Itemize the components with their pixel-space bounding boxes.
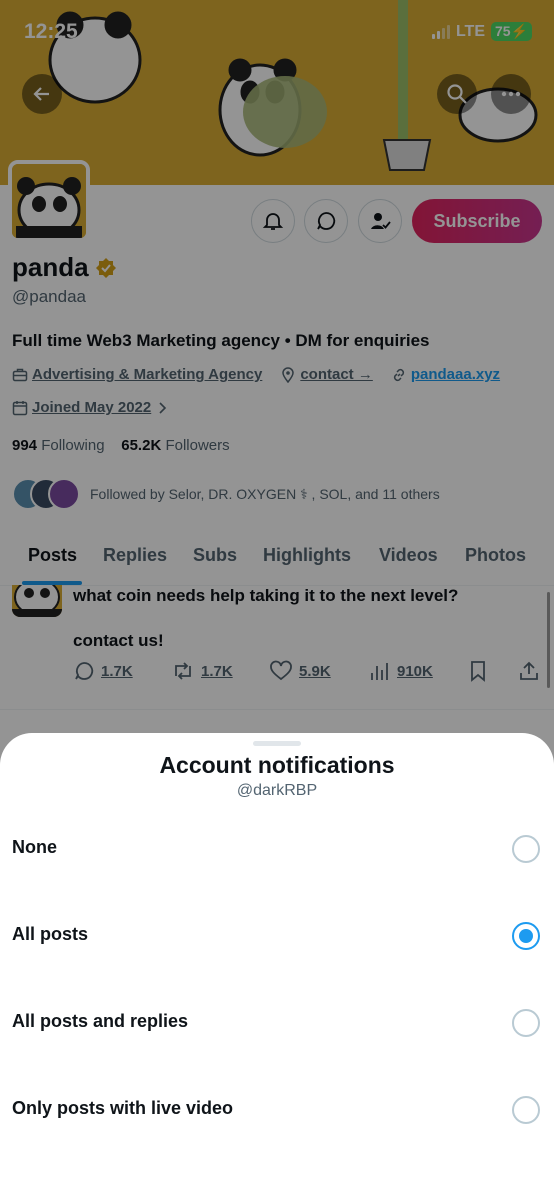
option-all-posts-and-replies[interactable]: All posts and replies — [0, 993, 554, 1053]
sheet-title: Account notifications — [159, 752, 395, 778]
radio-button-selected[interactable] — [512, 922, 540, 950]
option-all-posts[interactable]: All posts — [0, 906, 554, 966]
option-none[interactable]: None — [0, 819, 554, 879]
option-label: None — [12, 837, 57, 857]
sheet-subtitle: @darkRBP — [236, 782, 318, 799]
radio-button[interactable] — [512, 835, 540, 863]
option-label: Only posts with live video — [12, 1098, 234, 1118]
sheet-grabber[interactable] — [253, 741, 301, 746]
option-label: All posts — [12, 924, 89, 944]
option-label: All posts and replies — [12, 1011, 189, 1031]
account-notifications-sheet: Account notifications @darkRBP None All … — [0, 733, 554, 1199]
option-live-video[interactable]: Only posts with live video — [0, 1080, 554, 1140]
radio-button[interactable] — [512, 1096, 540, 1124]
radio-button[interactable] — [512, 1009, 540, 1037]
